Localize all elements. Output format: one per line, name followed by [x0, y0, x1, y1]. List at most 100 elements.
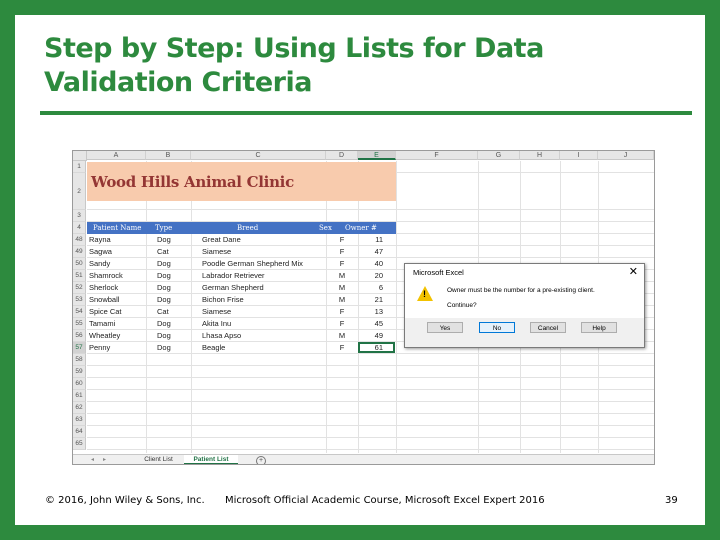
- column-header-b[interactable]: B: [146, 151, 191, 160]
- column-header-e[interactable]: E: [358, 151, 396, 160]
- row-header-4[interactable]: 4: [73, 222, 86, 234]
- prev-sheet-icon[interactable]: ◂: [91, 455, 94, 464]
- column-header-i[interactable]: I: [560, 151, 598, 160]
- row-header-64[interactable]: 64: [73, 426, 86, 438]
- header-sex[interactable]: Sex: [319, 222, 332, 234]
- row-header-2[interactable]: 2: [73, 173, 86, 210]
- add-sheet-icon[interactable]: +: [256, 456, 266, 464]
- row-header-3[interactable]: 3: [73, 210, 86, 222]
- cell-owner[interactable]: 21: [358, 294, 383, 306]
- cell-type[interactable]: Cat: [157, 246, 169, 258]
- cell-owner[interactable]: 40: [358, 258, 383, 270]
- cell-sex[interactable]: F: [326, 342, 358, 354]
- cell-type[interactable]: Dog: [157, 318, 171, 330]
- row-header-49[interactable]: 49: [73, 246, 86, 258]
- column-header-g[interactable]: G: [478, 151, 520, 160]
- cell-type[interactable]: Dog: [157, 342, 171, 354]
- row-header-1[interactable]: 1: [73, 161, 86, 173]
- column-header-h[interactable]: H: [520, 151, 560, 160]
- active-cell[interactable]: [358, 342, 395, 353]
- cell-patient-name[interactable]: Penny: [89, 342, 110, 354]
- cell-breed[interactable]: Labrador Retriever: [202, 270, 265, 282]
- cell-sex[interactable]: F: [326, 246, 358, 258]
- cell-owner[interactable]: 6: [358, 282, 383, 294]
- row-header-51[interactable]: 51: [73, 270, 86, 282]
- row-header-63[interactable]: 63: [73, 414, 86, 426]
- header-type[interactable]: Type: [155, 222, 172, 234]
- cell-patient-name[interactable]: Tamami: [89, 318, 115, 330]
- no-button[interactable]: No: [479, 322, 515, 333]
- cell-patient-name[interactable]: Sagwa: [89, 246, 112, 258]
- cell-type[interactable]: Dog: [157, 294, 171, 306]
- cell-patient-name[interactable]: Sherlock: [89, 282, 118, 294]
- header-owner[interactable]: Owner #: [345, 222, 377, 234]
- cell-breed[interactable]: Akita Inu: [202, 318, 231, 330]
- row-header-59[interactable]: 59: [73, 366, 86, 378]
- row-header-61[interactable]: 61: [73, 390, 86, 402]
- cell-type[interactable]: Dog: [157, 258, 171, 270]
- cell-owner[interactable]: 47: [358, 246, 383, 258]
- cell-patient-name[interactable]: Shamrock: [89, 270, 123, 282]
- cell-sex[interactable]: M: [326, 330, 358, 342]
- cell-breed[interactable]: Beagle: [202, 342, 225, 354]
- cell-sex[interactable]: F: [326, 306, 358, 318]
- cell-sex[interactable]: M: [326, 270, 358, 282]
- cell-breed[interactable]: Lhasa Apso: [202, 330, 241, 342]
- cell-owner[interactable]: 45: [358, 318, 383, 330]
- cell-sex[interactable]: F: [326, 318, 358, 330]
- cell-type[interactable]: Dog: [157, 234, 171, 246]
- column-header-d[interactable]: D: [326, 151, 358, 160]
- row-header-48[interactable]: 48: [73, 234, 86, 246]
- cell-patient-name[interactable]: Wheatley: [89, 330, 120, 342]
- help-button[interactable]: Help: [581, 322, 617, 333]
- column-header-f[interactable]: F: [396, 151, 478, 160]
- close-icon[interactable]: ✕: [629, 265, 638, 278]
- grid-line: [191, 161, 192, 453]
- row-header-60[interactable]: 60: [73, 378, 86, 390]
- column-header-c[interactable]: C: [191, 151, 326, 160]
- tab-patient-list[interactable]: Patient List: [184, 455, 238, 464]
- column-header-a[interactable]: A: [87, 151, 146, 160]
- cell-sex[interactable]: M: [326, 294, 358, 306]
- row-header-56[interactable]: 56: [73, 330, 86, 342]
- row-header-52[interactable]: 52: [73, 282, 86, 294]
- yes-button[interactable]: Yes: [427, 322, 463, 333]
- row-header-65[interactable]: 65: [73, 438, 86, 450]
- cell-breed[interactable]: German Shepherd: [202, 282, 264, 294]
- header-breed[interactable]: Breed: [237, 222, 258, 234]
- column-header-j[interactable]: J: [598, 151, 654, 160]
- row-header-53[interactable]: 53: [73, 294, 86, 306]
- cell-breed[interactable]: Great Dane: [202, 234, 241, 246]
- cell-type[interactable]: Dog: [157, 270, 171, 282]
- cell-patient-name[interactable]: Spice Cat: [89, 306, 122, 318]
- cell-breed[interactable]: Bichon Frise: [202, 294, 244, 306]
- cell-type[interactable]: Dog: [157, 282, 171, 294]
- cell-type[interactable]: Cat: [157, 306, 169, 318]
- row-header-50[interactable]: 50: [73, 258, 86, 270]
- row-header-54[interactable]: 54: [73, 306, 86, 318]
- cancel-button[interactable]: Cancel: [530, 322, 566, 333]
- cell-owner[interactable]: 20: [358, 270, 383, 282]
- row-header-62[interactable]: 62: [73, 402, 86, 414]
- cell-breed[interactable]: Poodle German Shepherd Mix: [202, 258, 303, 270]
- cell-owner[interactable]: 11: [358, 234, 383, 246]
- cell-sex[interactable]: F: [326, 234, 358, 246]
- header-patient-name[interactable]: Patient Name: [93, 222, 141, 234]
- cell-owner[interactable]: 49: [358, 330, 383, 342]
- cell-patient-name[interactable]: Rayna: [89, 234, 111, 246]
- row-header-55[interactable]: 55: [73, 318, 86, 330]
- select-all-corner[interactable]: [73, 151, 87, 161]
- cell-patient-name[interactable]: Sandy: [89, 258, 110, 270]
- cell-breed[interactable]: Siamese: [202, 246, 231, 258]
- cell-sex[interactable]: M: [326, 282, 358, 294]
- cell-sex[interactable]: F: [326, 258, 358, 270]
- row-header-58[interactable]: 58: [73, 354, 86, 366]
- row-header-57[interactable]: 57: [73, 342, 86, 354]
- cell-breed[interactable]: Siamese: [202, 306, 231, 318]
- title-cell[interactable]: Wood Hills Animal Clinic: [87, 162, 396, 201]
- cell-patient-name[interactable]: Snowball: [89, 294, 119, 306]
- cell-type[interactable]: Dog: [157, 330, 171, 342]
- next-sheet-icon[interactable]: ▸: [103, 455, 106, 464]
- cell-owner[interactable]: 13: [358, 306, 383, 318]
- tab-client-list[interactable]: Client List: [135, 455, 182, 464]
